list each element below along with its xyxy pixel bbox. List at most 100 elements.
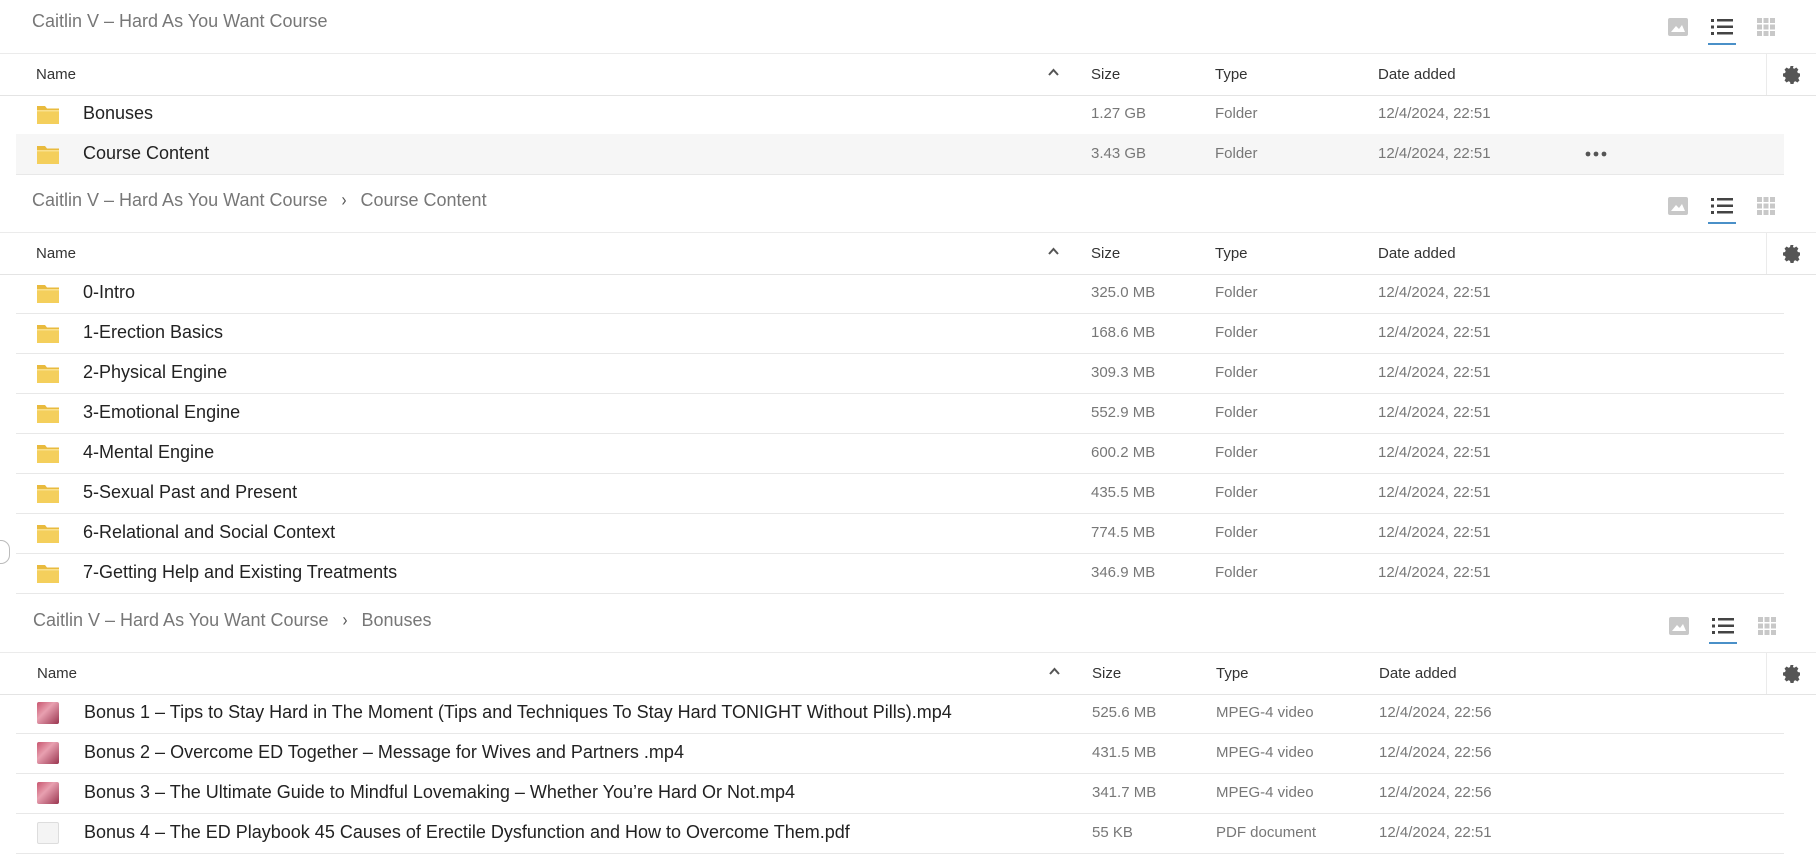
list-view-button[interactable] <box>1700 191 1744 224</box>
file-name[interactable]: Course Content <box>83 143 209 164</box>
file-type: Folder <box>1215 524 1258 541</box>
sort-ascending-icon[interactable] <box>1048 68 1059 76</box>
breadcrumb-item[interactable]: Course Content <box>361 190 487 211</box>
file-date: 12/4/2024, 22:56 <box>1379 784 1492 801</box>
gallery-view-button[interactable] <box>1657 611 1701 641</box>
file-name[interactable]: Bonus 3 – The Ultimate Guide to Mindful … <box>84 782 795 803</box>
column-header-type[interactable]: Type <box>1216 665 1249 682</box>
table-header: Name Size Type Date added <box>0 53 1816 96</box>
file-size: 55 KB <box>1092 824 1133 841</box>
table-header: Name Size Type Date added <box>0 232 1816 275</box>
folder-icon <box>36 143 60 170</box>
file-type: Folder <box>1215 564 1258 581</box>
file-size: 774.5 MB <box>1091 524 1156 541</box>
file-date: 12/4/2024, 22:51 <box>1378 564 1491 581</box>
file-type: Folder <box>1215 364 1258 381</box>
table-row[interactable]: Bonus 3 – The Ultimate Guide to Mindful … <box>16 773 1784 814</box>
video-thumbnail-icon <box>37 782 59 804</box>
column-header-name[interactable]: Name <box>36 66 76 83</box>
file-type: Folder <box>1215 105 1258 122</box>
file-name[interactable]: Bonus 1 – Tips to Stay Hard in The Momen… <box>84 702 952 723</box>
column-header-size[interactable]: Size <box>1092 665 1121 682</box>
settings-button[interactable] <box>1766 653 1816 694</box>
view-switcher <box>1656 191 1788 224</box>
table-row[interactable]: 5-Sexual Past and Present 435.5 MB Folder 1… <box>16 473 1784 514</box>
gear-icon <box>1783 244 1800 263</box>
table-row[interactable]: Bonuses 1.27 GB Folder 12/4/2024, 22:51 <box>16 94 1784 135</box>
table-row[interactable]: 4-Mental Engine 600.2 MB Folder 12/4/2024, … <box>16 433 1784 474</box>
column-header-name[interactable]: Name <box>36 245 76 262</box>
table-row[interactable]: 7-Getting Help and Existing Treatments 34… <box>16 553 1784 594</box>
file-type: Folder <box>1215 284 1258 301</box>
table-row[interactable]: Course Content 3.43 GB Folder 12/4/2024, 22… <box>16 134 1784 175</box>
grid-view-button[interactable] <box>1744 191 1788 221</box>
file-name[interactable]: 7-Getting Help and Existing Treatments <box>83 562 397 583</box>
file-date: 12/4/2024, 22:51 <box>1378 524 1491 541</box>
file-size: 1.27 GB <box>1091 105 1147 122</box>
image-view-icon <box>1668 197 1688 215</box>
grid-view-button[interactable] <box>1744 12 1788 42</box>
list-view-button[interactable] <box>1701 611 1745 644</box>
file-name[interactable]: 4-Mental Engine <box>83 442 214 463</box>
column-header-size[interactable]: Size <box>1091 245 1120 262</box>
file-date: 12/4/2024, 22:51 <box>1378 284 1491 301</box>
column-header-date[interactable]: Date added <box>1378 245 1456 262</box>
grid-view-icon <box>1757 197 1775 215</box>
file-name[interactable]: 1-Erection Basics <box>83 322 223 343</box>
breadcrumb-item[interactable]: Bonuses <box>362 610 432 631</box>
file-size: 431.5 MB <box>1092 744 1157 761</box>
breadcrumb: Caitlin V – Hard As You Want Course <box>32 11 328 32</box>
table-row[interactable]: Bonus 4 – The ED Playbook 45 Causes of E… <box>16 813 1784 854</box>
folder-icon <box>36 402 60 429</box>
table-row[interactable]: Bonus 1 – Tips to Stay Hard in The Momen… <box>16 693 1784 734</box>
pdf-thumbnail-icon <box>37 822 59 844</box>
table-row[interactable]: 0-Intro 325.0 MB Folder 12/4/2024, 22:51 <box>16 273 1784 314</box>
list-view-icon <box>1711 19 1733 35</box>
sort-ascending-icon[interactable] <box>1049 667 1060 675</box>
column-header-name[interactable]: Name <box>37 665 77 682</box>
file-name[interactable]: 3-Emotional Engine <box>83 402 240 423</box>
list-view-icon <box>1712 618 1734 634</box>
table-row[interactable]: 6-Relational and Social Context 774.5 MB F… <box>16 513 1784 554</box>
folder-icon <box>36 322 60 349</box>
more-options-icon[interactable] <box>1584 142 1608 171</box>
chevron-right-icon: › <box>342 610 348 631</box>
file-name[interactable]: 6-Relational and Social Context <box>83 522 335 543</box>
column-header-date[interactable]: Date added <box>1379 665 1457 682</box>
breadcrumb-item[interactable]: Caitlin V – Hard As You Want Course <box>32 11 328 32</box>
file-type: PDF document <box>1216 824 1317 841</box>
column-header-type[interactable]: Type <box>1215 66 1248 83</box>
image-view-icon <box>1668 18 1688 36</box>
breadcrumb-item[interactable]: Caitlin V – Hard As You Want Course <box>33 610 329 631</box>
table-row[interactable]: 2-Physical Engine 309.3 MB Folder 12/4/2024… <box>16 353 1784 394</box>
table-row[interactable]: 1-Erection Basics 168.6 MB Folder 12/4/2024… <box>16 313 1784 354</box>
sidebar-toggle[interactable] <box>0 540 10 564</box>
file-name[interactable]: Bonus 2 – Overcome ED Together – Message… <box>84 742 684 763</box>
video-thumbnail-icon <box>37 702 59 724</box>
file-size: 309.3 MB <box>1091 364 1156 381</box>
file-name[interactable]: Bonus 4 – The ED Playbook 45 Causes of E… <box>84 822 850 843</box>
file-date: 12/4/2024, 22:51 <box>1378 105 1491 122</box>
folder-icon <box>36 362 60 389</box>
grid-view-button[interactable] <box>1745 611 1789 641</box>
grid-view-icon <box>1757 18 1775 36</box>
column-header-size[interactable]: Size <box>1091 66 1120 83</box>
file-size: 3.43 GB <box>1091 145 1147 162</box>
column-header-type[interactable]: Type <box>1215 245 1248 262</box>
table-row[interactable]: Bonus 2 – Overcome ED Together – Message… <box>16 733 1784 774</box>
gear-icon <box>1783 664 1800 683</box>
settings-button[interactable] <box>1766 233 1816 274</box>
gallery-view-button[interactable] <box>1656 191 1700 221</box>
file-name[interactable]: 5-Sexual Past and Present <box>83 482 297 503</box>
breadcrumb-item[interactable]: Caitlin V – Hard As You Want Course <box>32 190 328 211</box>
list-view-button[interactable] <box>1700 12 1744 45</box>
file-type: Folder <box>1215 404 1258 421</box>
settings-button[interactable] <box>1766 54 1816 95</box>
file-name[interactable]: Bonuses <box>83 103 153 124</box>
column-header-date[interactable]: Date added <box>1378 66 1456 83</box>
file-name[interactable]: 0-Intro <box>83 282 135 303</box>
gallery-view-button[interactable] <box>1656 12 1700 42</box>
file-name[interactable]: 2-Physical Engine <box>83 362 227 383</box>
sort-ascending-icon[interactable] <box>1048 247 1059 255</box>
table-row[interactable]: 3-Emotional Engine 552.9 MB Folder 12/4/202… <box>16 393 1784 434</box>
